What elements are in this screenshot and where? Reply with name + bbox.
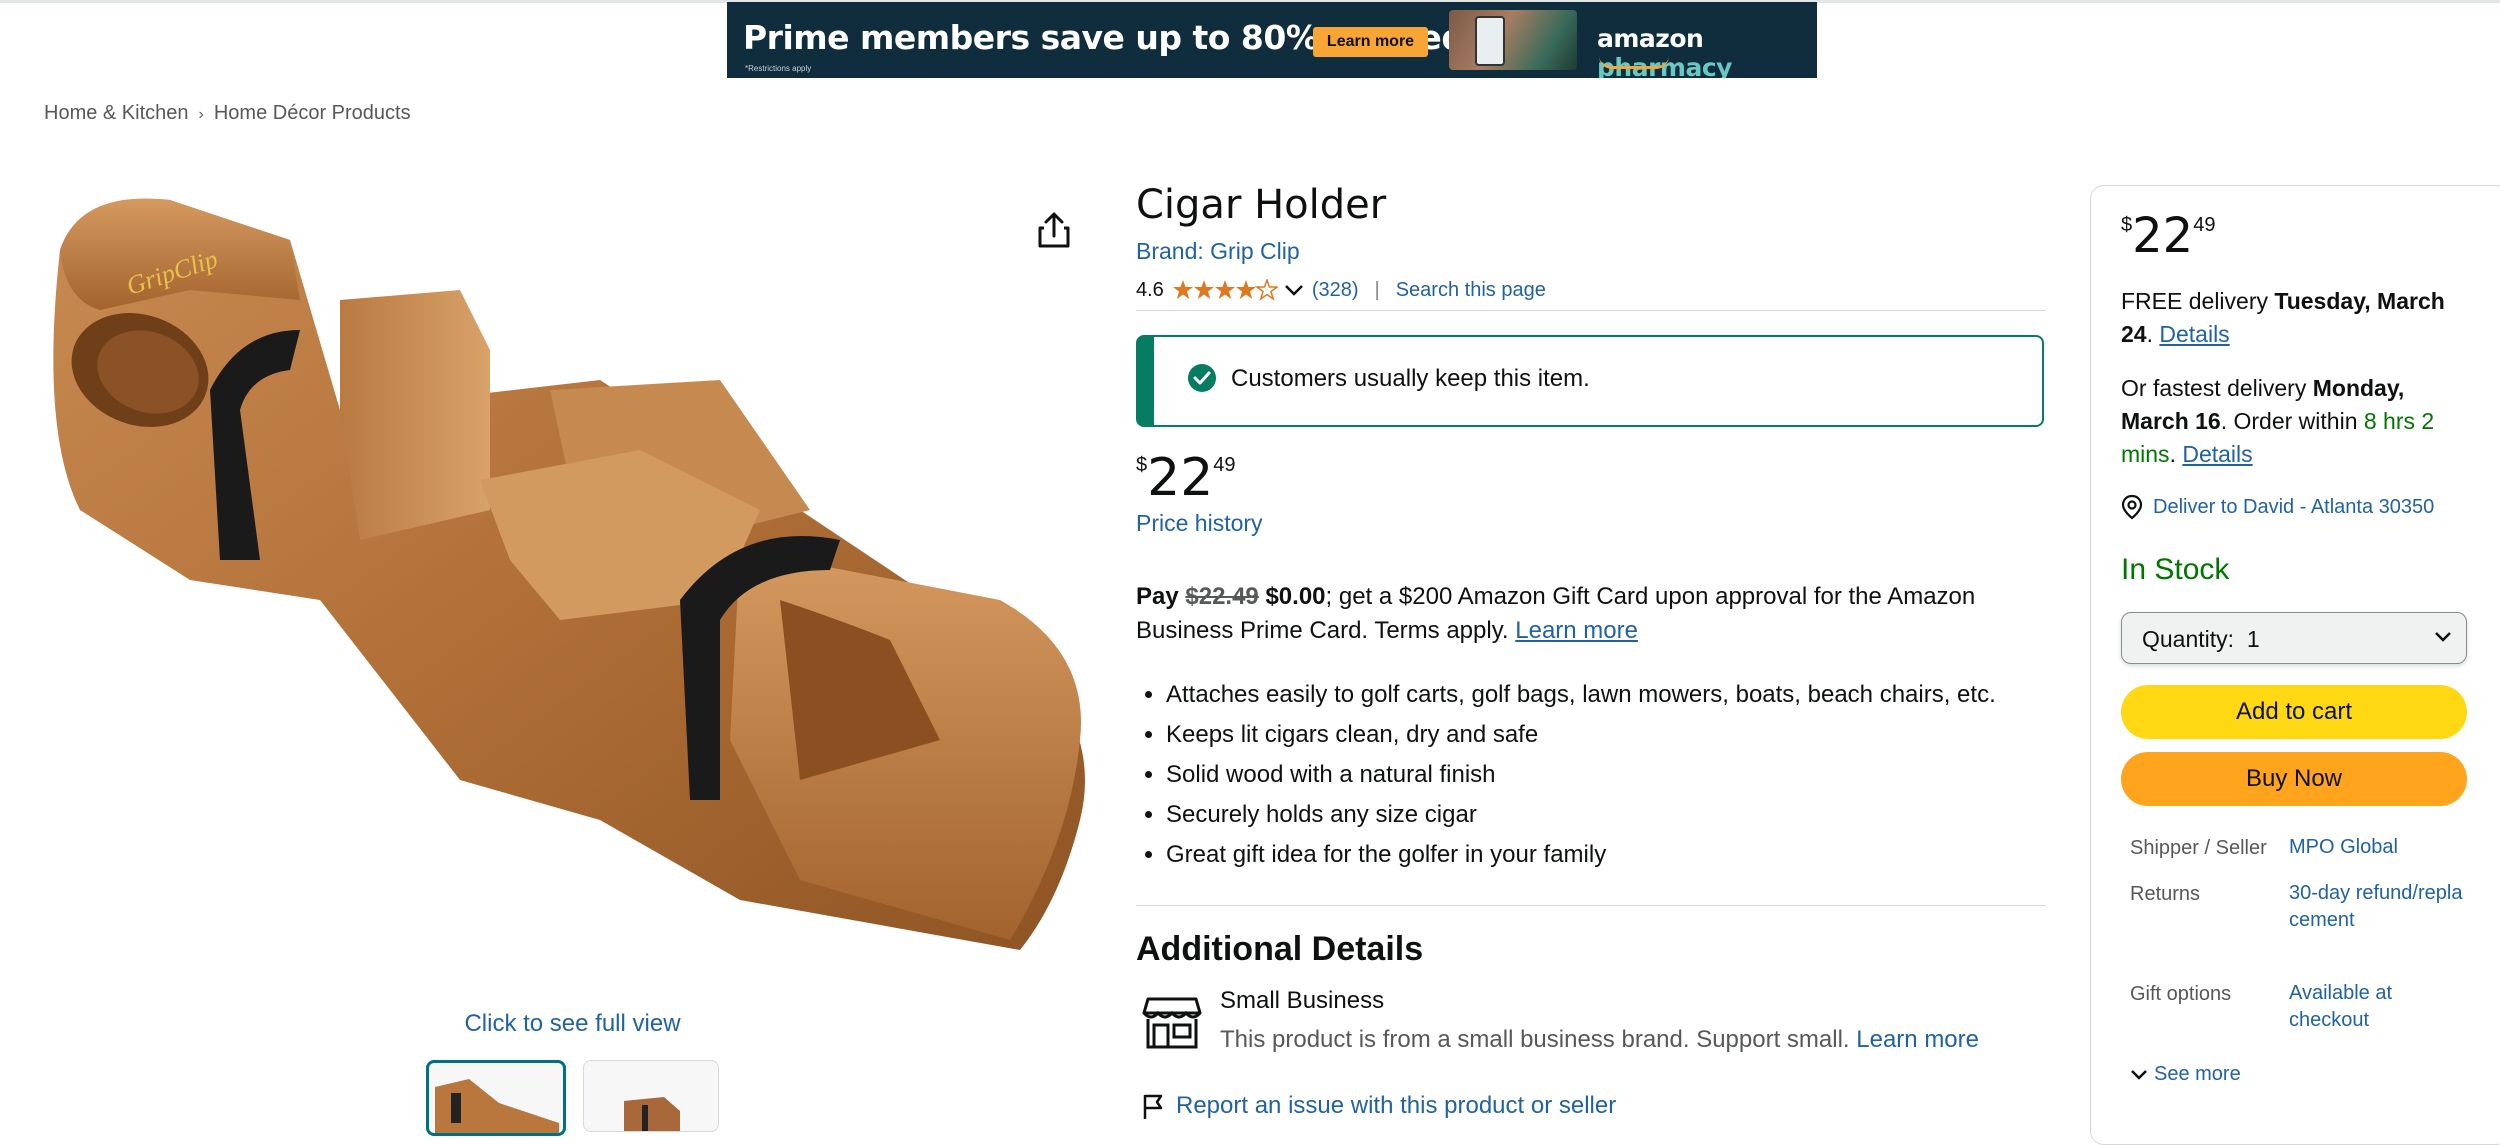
breadcrumb: Home & Kitchen › Home Décor Products: [44, 102, 411, 125]
promo-learn-more-link[interactable]: Learn more: [1515, 617, 1638, 644]
share-icon[interactable]: [1034, 210, 1074, 250]
product-price: $2249: [1136, 448, 1236, 508]
fastest-delivery-info: Or fastest delivery Monday, March 16. Or…: [2121, 375, 2435, 467]
buy-now-button[interactable]: Buy Now: [2121, 752, 2467, 806]
thumbnail-1-image: [435, 1079, 559, 1133]
flag-icon: [1143, 1094, 1163, 1119]
divider: [1136, 905, 2046, 906]
check-circle-icon: [1188, 364, 1216, 392]
thumbnail-1[interactable]: [426, 1060, 566, 1136]
pharmacy-ad-banner[interactable]: Prime members save up to 80% on meds *Re…: [727, 2, 1817, 78]
phone-icon: [1475, 16, 1505, 66]
thumbnail-2-image: [624, 1097, 680, 1131]
divider: [1136, 310, 2046, 311]
see-more-label: See more: [2154, 1063, 2241, 1085]
gift-options-label: Gift options: [2130, 983, 2232, 1005]
chevron-right-icon: ›: [198, 106, 204, 123]
shipper-seller-label: Shipper / Seller: [2130, 837, 2267, 859]
delivery-details-link[interactable]: Details: [2159, 321, 2229, 347]
rating-row: 4.6 (328) | Search this page: [1136, 278, 1546, 302]
feature-bullets: Attaches easily to golf carts, golf bags…: [1136, 675, 2096, 875]
price-history-link[interactable]: Price history: [1136, 510, 1263, 537]
chevron-down-icon[interactable]: [1284, 283, 1304, 297]
banner-learn-more-button[interactable]: Learn more: [1313, 27, 1428, 57]
banner-restrictions-note: *Restrictions apply: [745, 64, 812, 73]
buybox-price: $2249: [2121, 208, 2216, 264]
feature-bullet: Great gift idea for the golfer in your f…: [1166, 835, 2096, 875]
search-this-page-link[interactable]: Search this page: [1396, 279, 1546, 302]
small-business-description: This product is from a small business br…: [1220, 1026, 1979, 1053]
returns-label: Returns: [2130, 883, 2201, 905]
additional-details-heading: Additional Details: [1136, 930, 1424, 968]
feature-bullet: Attaches easily to golf carts, golf bags…: [1166, 675, 2096, 715]
small-business-learn-more-link[interactable]: Learn more: [1856, 1026, 1979, 1053]
keep-message: Customers usually keep this item.: [1231, 365, 1590, 392]
brand-link[interactable]: Brand: Grip Clip: [1136, 238, 1300, 265]
star-rating-icon[interactable]: [1172, 279, 1278, 301]
product-title: Cigar Holder: [1136, 182, 1387, 228]
breadcrumb-home-kitchen[interactable]: Home & Kitchen: [44, 102, 189, 124]
returns-link[interactable]: 30-day refund/replacement: [2289, 880, 2469, 934]
amazon-pharmacy-logo: amazon pharmacy: [1597, 24, 1732, 78]
small-business-title: Small Business: [1220, 987, 1385, 1014]
seller-link[interactable]: MPO Global: [2289, 834, 2469, 861]
free-delivery-info: FREE delivery Tuesday, March 24. Details: [2121, 288, 2445, 347]
rating-value: 4.6: [1136, 278, 1164, 301]
deliver-to-link[interactable]: Deliver to David - Atlanta 30350: [2121, 494, 2434, 520]
location-pin-icon: [2121, 494, 2143, 520]
banner-photo: [1449, 10, 1577, 70]
deliver-to-label: Deliver to David - Atlanta 30350: [2153, 495, 2435, 518]
feature-bullet: Keeps lit cigars clean, dry and safe: [1166, 715, 2096, 755]
chevron-down-icon: [2131, 1069, 2147, 1080]
storefront-icon: [1142, 997, 1202, 1049]
stock-status: In Stock: [2121, 553, 2230, 586]
report-issue-label: Report an issue with this product or sel…: [1176, 1092, 1617, 1119]
see-more-link[interactable]: See more: [2130, 1063, 2241, 1086]
feature-bullet: Securely holds any size cigar: [1166, 795, 2096, 835]
add-to-cart-button[interactable]: Add to cart: [2121, 685, 2467, 739]
breadcrumb-home-decor[interactable]: Home Décor Products: [214, 102, 411, 124]
chevron-down-icon: [2435, 632, 2451, 642]
card-promo: Pay $22.49 $0.00; get a $200 Amazon Gift…: [1136, 583, 1976, 644]
fastest-details-link[interactable]: Details: [2182, 441, 2252, 467]
gift-options-link[interactable]: Available at checkout: [2289, 980, 2439, 1034]
separator: |: [1374, 278, 1380, 301]
feature-bullet: Solid wood with a natural finish: [1166, 755, 2096, 795]
click-full-view-link[interactable]: Click to see full view: [420, 1010, 725, 1038]
quantity-select[interactable]: Quantity: 1: [2121, 612, 2467, 664]
product-image-cigar-holder[interactable]: GripClip: [40, 180, 1100, 990]
report-issue-link[interactable]: Report an issue with this product or sel…: [1142, 1092, 1616, 1120]
thumbnail-2[interactable]: [583, 1060, 719, 1132]
quantity-label: Quantity: 1: [2142, 626, 2260, 652]
amazon-smile-icon: [1599, 56, 1669, 69]
review-count-link[interactable]: (328): [1312, 279, 1359, 302]
